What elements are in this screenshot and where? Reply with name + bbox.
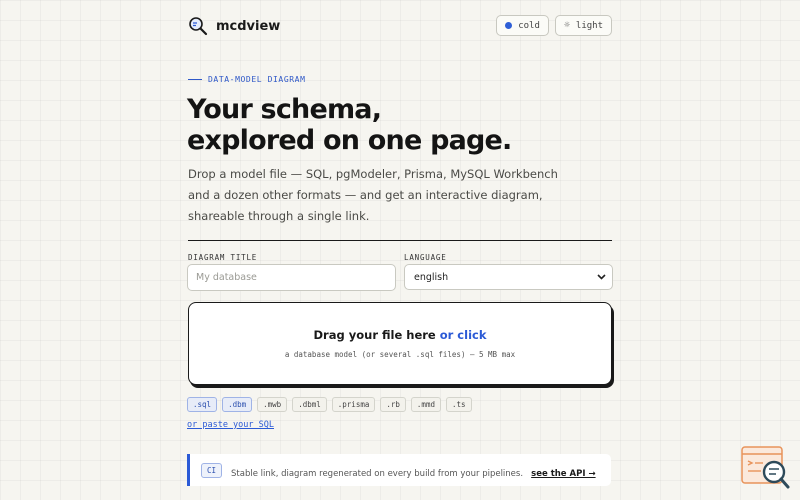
- magnifier-logo-icon: [189, 17, 208, 36]
- sun-icon: ☼: [563, 19, 570, 31]
- dropzone-title-text: Drag your file here: [313, 328, 436, 342]
- mode-toggle-button[interactable]: ☼ light: [554, 15, 612, 36]
- extension-chip: .prisma: [331, 397, 376, 412]
- eyebrow-line: [188, 79, 202, 80]
- headline-line-2: explored on one page.: [187, 125, 512, 156]
- eyebrow-text: DATA-MODEL DIAGRAM: [208, 75, 306, 84]
- extension-chip: .mmd: [410, 397, 441, 412]
- diagram-title-input[interactable]: [187, 264, 396, 291]
- extension-chip: .rb: [380, 397, 406, 412]
- see-api-link[interactable]: see the API →: [531, 469, 595, 479]
- divider: [188, 240, 612, 241]
- chevron-down-icon: [597, 274, 606, 280]
- ci-line: Stable link, diagram regenerated on ever…: [231, 461, 596, 480]
- mode-label: light: [575, 20, 603, 31]
- extension-chip: .dbm: [222, 397, 253, 412]
- extension-chip: .dbml: [292, 397, 327, 412]
- language-selected-value: english: [414, 271, 449, 283]
- lead-paragraph: Drop a model file — SQL, pgModeler, Pris…: [188, 167, 558, 223]
- diagram-title-label: DIAGRAM TITLE: [188, 253, 258, 262]
- dropzone-click-link[interactable]: or click: [440, 328, 487, 342]
- ci-badge: CI: [201, 462, 223, 478]
- headline-line-1: Your schema,: [187, 94, 382, 125]
- language-label: LANGUAGE: [404, 253, 447, 262]
- search-widget-icon[interactable]: [741, 445, 791, 491]
- app-name: mcdview: [216, 18, 281, 34]
- ci-info-box: CI Stable link, diagram regenerated on e…: [187, 454, 611, 486]
- palette-dot-icon: [505, 22, 513, 29]
- extension-chip: .sql: [187, 397, 218, 412]
- logo[interactable]: mcdview: [188, 16, 280, 36]
- paste-sql-link[interactable]: or paste your SQL: [187, 420, 274, 430]
- extension-chip: .mwb: [257, 397, 288, 412]
- ci-text: Stable link, diagram regenerated on ever…: [231, 468, 524, 479]
- dropzone-subtitle: a database model (or several .sql files)…: [284, 350, 516, 359]
- header: mcdview cold ☼ light: [188, 14, 612, 38]
- page-title: Your schema, explored on one page.: [187, 94, 627, 156]
- dropzone-title: Drag your file here or click: [314, 328, 487, 342]
- theme-switcher: cold ☼ light: [496, 15, 612, 36]
- palette-label: cold: [518, 20, 540, 31]
- palette-toggle-button[interactable]: cold: [496, 15, 549, 36]
- file-dropzone[interactable]: Drag your file here or click a database …: [188, 302, 612, 385]
- language-select[interactable]: english: [404, 264, 613, 290]
- eyebrow: DATA-MODEL DIAGRAM: [188, 75, 306, 84]
- supported-extensions: .sql .dbm .mwb .dbml .prisma .rb .mmd .ts: [187, 397, 472, 412]
- extension-chip: .ts: [445, 397, 472, 412]
